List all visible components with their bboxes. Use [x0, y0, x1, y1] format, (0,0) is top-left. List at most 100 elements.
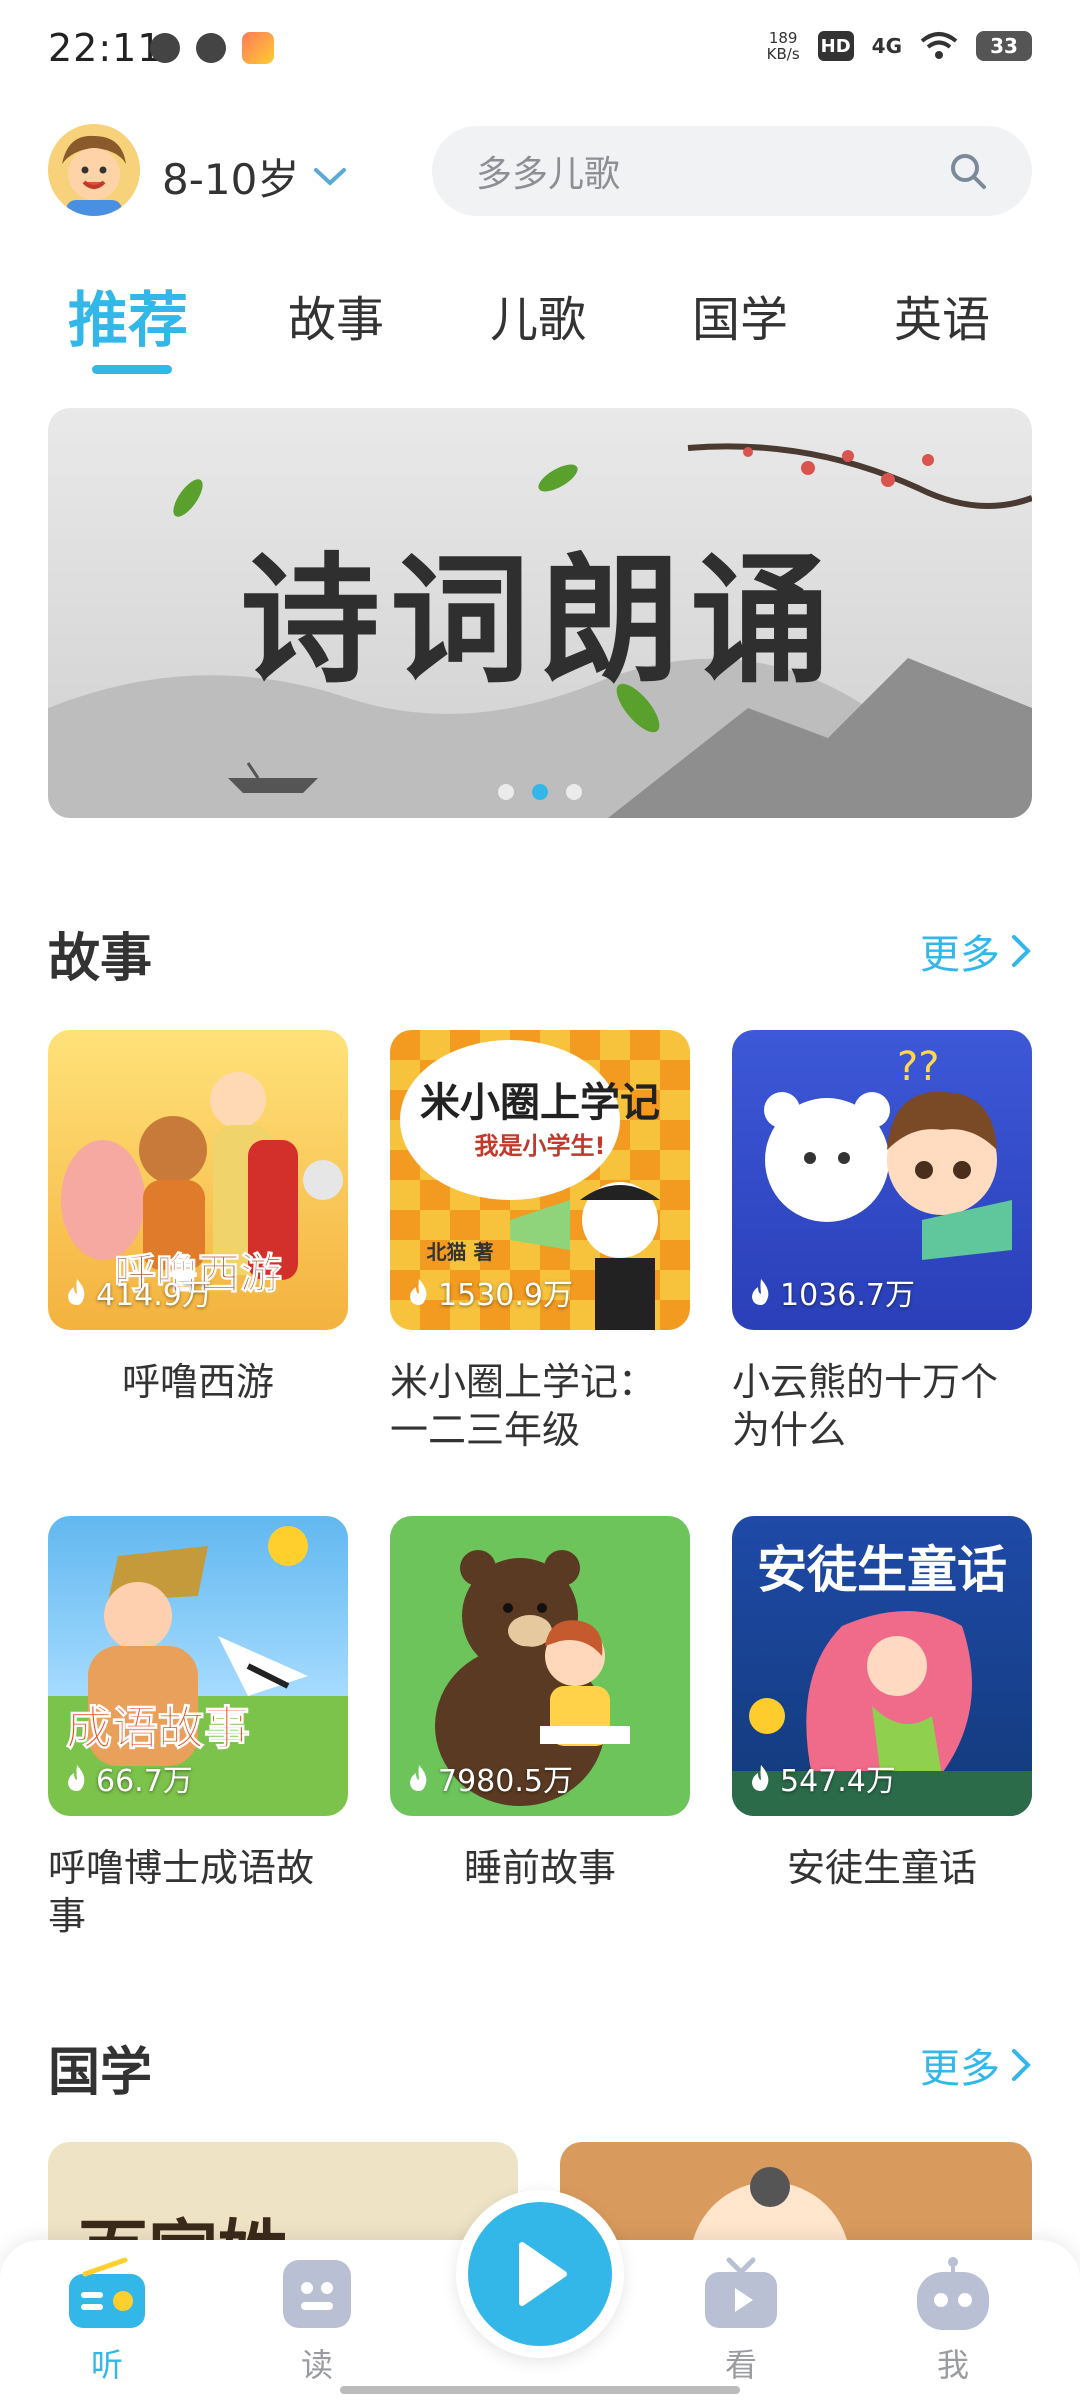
tab-songs[interactable]: 儿歌 [490, 280, 586, 350]
search-icon[interactable] [948, 151, 988, 191]
flame-icon [752, 1279, 769, 1305]
network-speed: 189 KB/s [767, 30, 800, 62]
story-card[interactable]: ?? 1036.7万 小云熊的十万个为什么 [732, 1030, 1032, 1454]
story-card[interactable]: 7980.5万 睡前故事 [390, 1516, 690, 1892]
card-title: 呼噜西游 [121, 1360, 274, 1404]
cover-author: 北猫 著 [426, 1240, 494, 1264]
age-selector[interactable]: 8-10岁 [162, 146, 347, 207]
home-indicator[interactable] [340, 2386, 740, 2394]
play-count-value: 7980.5万 [438, 1764, 573, 1799]
flame-icon [68, 1765, 85, 1791]
tab-story[interactable]: 故事 [288, 280, 384, 350]
avatar[interactable] [48, 124, 140, 216]
story-card[interactable]: 米小圈上学记 我是小学生! 北猫 著 1530.9万 米小圈上学记：一二三年级 [390, 1030, 690, 1454]
play-count-value: 1036.7万 [780, 1278, 915, 1313]
cover-text: 成语故事 [66, 1701, 251, 1756]
cover-text: 米小圈上学记 [420, 1080, 660, 1126]
more-label: 更多 [920, 2046, 1000, 2092]
play-count: 66.7万 [64, 1756, 193, 1800]
story-card[interactable]: 安徒生童话 547.4万 安徒生童话 [732, 1516, 1032, 1892]
age-label: 8-10岁 [162, 155, 300, 204]
status-notification-icons [150, 32, 274, 64]
cover-text: 安徒生童话 [757, 1541, 1007, 1599]
play-button[interactable] [456, 2190, 624, 2358]
globe-icon [150, 33, 180, 63]
flame-icon [68, 1279, 85, 1305]
carousel-dot [566, 784, 582, 800]
story-cover: 7980.5万 [390, 1516, 690, 1816]
play-count: 414.9万 [64, 1270, 212, 1314]
story-cover: 米小圈上学记 我是小学生! 北猫 著 1530.9万 [390, 1030, 690, 1330]
tab-guoxue[interactable]: 国学 [692, 280, 788, 350]
book-icon [283, 2260, 351, 2328]
tab-english[interactable]: 英语 [894, 280, 990, 350]
nav-label: 我 [936, 2346, 969, 2384]
speed-value: 189 [768, 29, 798, 47]
search-bar[interactable]: 多多儿歌 [432, 126, 1032, 216]
flame-icon [410, 1279, 427, 1305]
story-card[interactable]: 呼噜西游 414.9万 呼噜西游 [48, 1030, 348, 1406]
cover-subtitle: 我是小学生! [474, 1132, 606, 1160]
flame-icon [410, 1765, 427, 1791]
carousel-dot-active [532, 784, 548, 800]
story-cover: ?? 1036.7万 [732, 1030, 1032, 1330]
tv-icon [705, 2257, 777, 2328]
play-count: 7980.5万 [406, 1756, 573, 1800]
play-count: 1530.9万 [406, 1270, 573, 1314]
hd-icon: HD [817, 31, 854, 61]
section-title-story: 故事 [48, 929, 153, 989]
nav-label: 听 [90, 2346, 123, 2384]
play-count: 547.4万 [748, 1756, 896, 1800]
search-input[interactable]: 多多儿歌 [476, 145, 620, 197]
svg-text:??: ?? [897, 1044, 939, 1090]
kid-avatar-icon [48, 124, 140, 216]
app-notification-icon [242, 32, 274, 64]
play-count-value: 66.7万 [96, 1764, 193, 1799]
banner-carousel[interactable]: 诗词朗诵 [48, 408, 1032, 818]
card-title: 睡前故事 [463, 1846, 616, 1890]
guoxue-card-baijiaxing[interactable]: 百家姓 [48, 2142, 518, 2252]
banner-title: 诗词朗诵 [239, 539, 840, 703]
status-right-icons: 189 KB/s HD 4G 33 [767, 30, 1032, 62]
flame-icon [752, 1765, 769, 1791]
app-screen: 22:11 189 KB/s HD 4G 33 8-10岁 多多儿歌 推荐 故事… [0, 0, 1080, 2400]
tab-recommend[interactable]: 推荐 [68, 272, 188, 359]
story-cover: 呼噜西游 414.9万 [48, 1030, 348, 1330]
scholar-illustration [690, 2167, 850, 2252]
signal-icon: 4G [871, 34, 902, 58]
nav-me[interactable]: 我 [898, 2256, 1008, 2386]
status-bar: 22:11 189 KB/s HD 4G 33 [0, 0, 1080, 100]
battery-icon: 33 [976, 31, 1032, 61]
chevron-right-icon [1012, 935, 1031, 967]
guoxue-more-link[interactable]: 更多 [920, 2036, 1032, 2094]
robot-icon [917, 2257, 989, 2330]
play-icon [519, 2242, 567, 2306]
story-cover: 安徒生童话 547.4万 [732, 1516, 1032, 1816]
carousel-dots [48, 784, 1032, 800]
card-title: 安徒生童话 [786, 1846, 977, 1890]
check-circle-icon [196, 33, 226, 63]
play-count-value: 414.9万 [96, 1278, 212, 1313]
wifi-icon [920, 32, 958, 59]
card-title: 呼噜博士成语故事 [48, 1846, 315, 1938]
nav-label: 读 [300, 2346, 333, 2384]
guoxue-card[interactable] [560, 2142, 1032, 2252]
nav-listen[interactable]: 听 [52, 2256, 162, 2386]
play-count-value: 1530.9万 [438, 1278, 573, 1313]
radio-icon [69, 2257, 145, 2328]
more-label: 更多 [920, 932, 1000, 978]
play-count-value: 547.4万 [780, 1764, 896, 1799]
story-card[interactable]: 成语故事 66.7万 呼噜博士成语故事 [48, 1516, 348, 1940]
nav-label: 看 [724, 2346, 757, 2384]
speed-unit: KB/s [766, 45, 800, 63]
active-tab-indicator [92, 365, 172, 374]
status-time: 22:11 [48, 26, 163, 70]
nav-read[interactable]: 读 [262, 2256, 372, 2386]
play-count: 1036.7万 [748, 1270, 915, 1314]
card-title: 米小圈上学记：一二三年级 [390, 1360, 657, 1452]
story-cover: 成语故事 66.7万 [48, 1516, 348, 1816]
story-more-link[interactable]: 更多 [920, 922, 1032, 980]
nav-watch[interactable]: 看 [686, 2256, 796, 2386]
chevron-right-icon [1012, 2049, 1031, 2081]
chevron-down-icon [314, 167, 347, 186]
